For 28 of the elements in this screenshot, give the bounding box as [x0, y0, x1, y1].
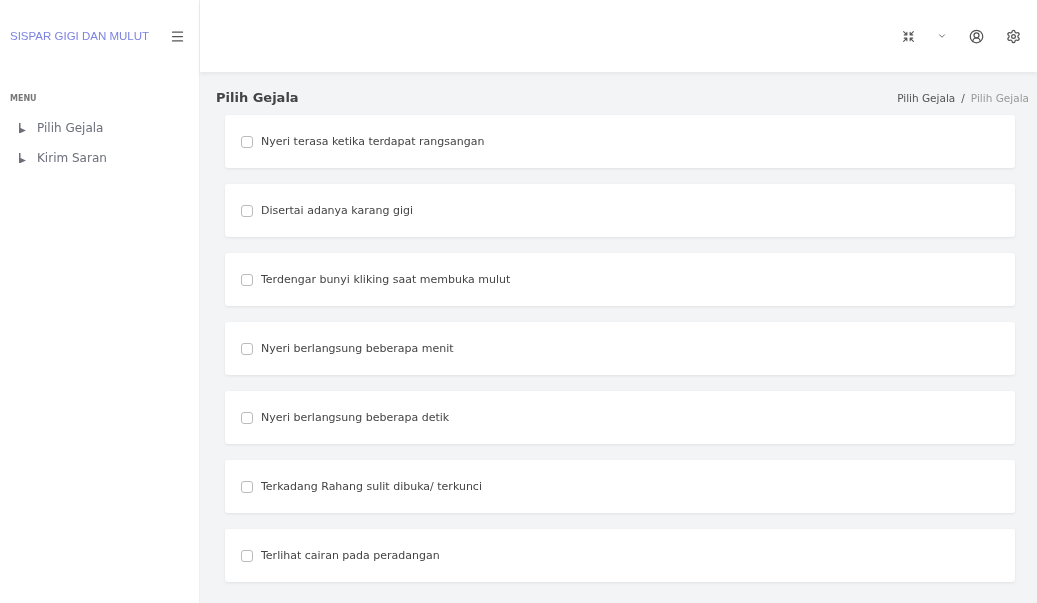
fullscreen-exit-button[interactable] — [902, 29, 915, 43]
bookmark-b-icon — [18, 152, 27, 164]
checkbox[interactable] — [241, 549, 253, 562]
checkbox[interactable] — [241, 342, 253, 355]
checkbox[interactable] — [241, 480, 253, 493]
sidebar-item[interactable]: Pilih Gejala — [0, 113, 199, 143]
symptom-label: Terlihat cairan pada peradangan — [261, 549, 440, 562]
page-title: Pilih Gejala — [216, 90, 299, 105]
menu-button[interactable] — [170, 28, 185, 44]
breadcrumb-separator: / — [961, 91, 965, 104]
checkbox[interactable] — [241, 204, 253, 217]
bookmark-b-icon — [18, 122, 27, 134]
dropdown-button[interactable] — [937, 31, 947, 41]
symptom-label: Nyeri berlangsung beberapa menit — [261, 342, 454, 355]
sidebar-heading: MENU — [9, 93, 38, 105]
settings-button[interactable] — [1006, 28, 1021, 44]
symptom-label: Terdengar bunyi kliking saat membuka mulut — [261, 273, 511, 286]
checkbox[interactable] — [241, 273, 253, 286]
checkbox[interactable] — [241, 411, 253, 424]
breadcrumb-item[interactable]: Pilih Gejala — [897, 91, 956, 104]
symptom-label: Terkadang Rahang sulit dibuka/ terkunci — [261, 480, 482, 493]
user-button[interactable] — [969, 28, 984, 44]
sidebar-item[interactable]: Kirim Saran — [0, 143, 199, 173]
checkbox[interactable] — [241, 135, 253, 148]
symptom-label: Nyeri berlangsung beberapa detik — [261, 411, 450, 424]
app-title: SISPAR GIGI DAN MULUT — [10, 30, 150, 42]
symptom-label: Disertai adanya karang gigi — [261, 204, 414, 217]
symptom-label: Nyeri terasa ketika terdapat rangsangan — [261, 135, 485, 148]
